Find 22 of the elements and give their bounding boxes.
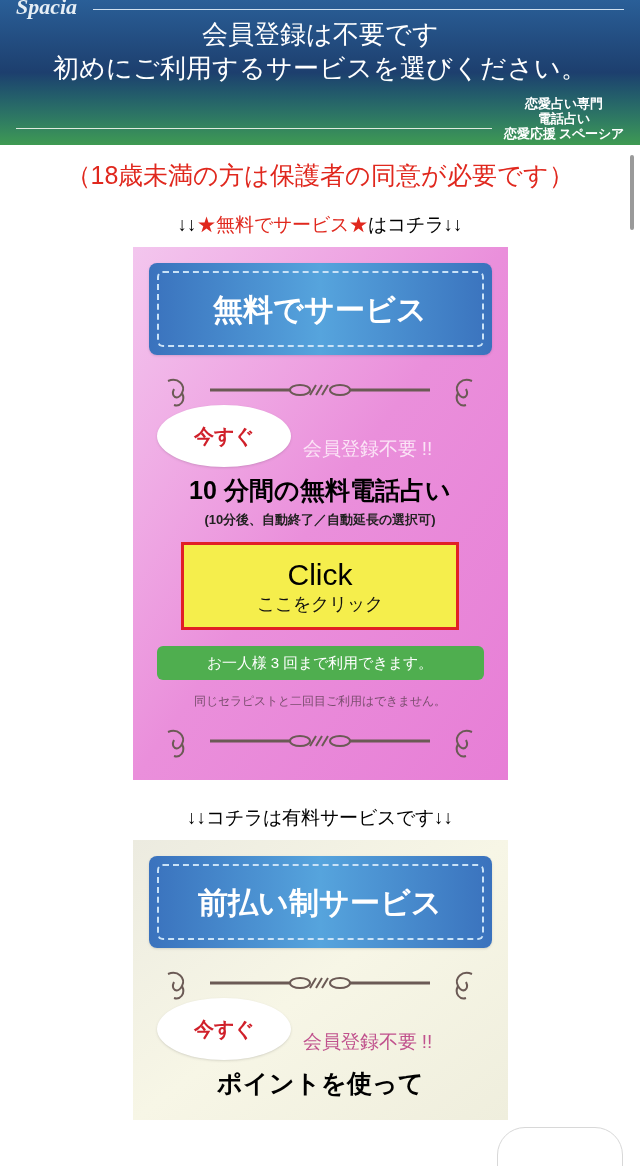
service-title-banner[interactable]: 前払い制サービス [148, 856, 492, 949]
service-title-banner[interactable]: 無料でサービス [148, 263, 492, 355]
age-notice: （18歳未満の方は保護者の同意が必要です） [65, 160, 575, 191]
subline: (10分後、自動終了／自動延長の選択可) [203, 511, 437, 530]
service-title: 前払い制サービス [198, 884, 442, 921]
service-title: 無料でサービス [213, 291, 427, 328]
no-registration-label: 会員登録不要 !! [302, 436, 433, 461]
tagline-text: 恋愛応援 スペーシア [503, 126, 624, 141]
headline: 10 分間の無料電話占い [188, 475, 452, 506]
section-label: ↓↓コチラは有料サービスです↓↓ [186, 805, 454, 830]
section-label: ↓↓★無料でサービス★はコチラ↓↓ [176, 212, 464, 237]
tagline-text: 電話占い [537, 111, 590, 126]
tagline-text: 恋愛占い専門 [524, 96, 603, 111]
usage-limit-bar: お一人様 3 回まで利用できます。 [156, 645, 484, 680]
click-button[interactable]: Click ここをクリック [181, 541, 459, 630]
header-title: 会員登録は不要です [201, 19, 439, 51]
speech-bubble: 今すぐ [156, 998, 291, 1061]
headline: ポイントを使って [215, 1068, 425, 1100]
header-title: 初めにご利用するサービスを選びください。 [53, 53, 587, 85]
no-registration-label: 会員登録不要 !! [302, 1029, 433, 1054]
speech-bubble: 今すぐ [156, 405, 291, 467]
note-text: 同じセラピストと二回目ご利用はできません。 [193, 692, 447, 710]
